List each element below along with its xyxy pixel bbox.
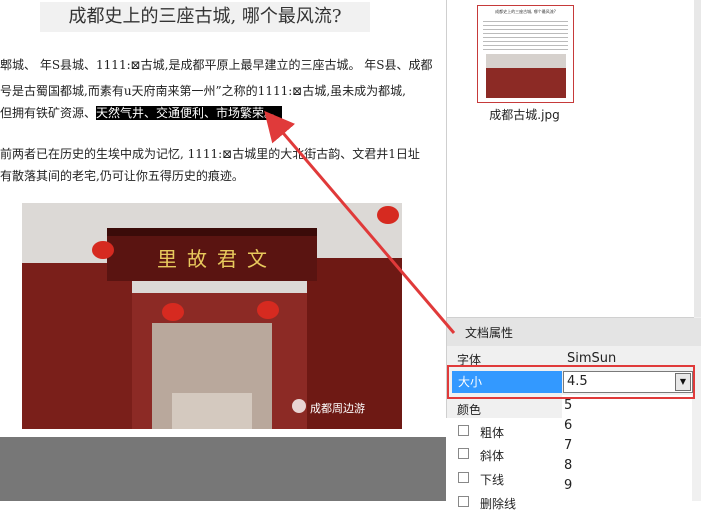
bold-label: 粗体 bbox=[480, 426, 505, 440]
checkbox[interactable] bbox=[458, 472, 469, 483]
checkbox[interactable] bbox=[458, 425, 469, 436]
font-value: SimSun bbox=[567, 351, 617, 366]
size-option[interactable]: 7 bbox=[564, 438, 572, 453]
size-dropdown-list: 5 6 7 8 9 bbox=[562, 395, 692, 501]
thumbnail-pane: 成都史上的三座古城, 哪个最风流? 成都古城.jpg bbox=[447, 0, 694, 318]
italic-checkbox-row[interactable]: 斜体 bbox=[446, 443, 561, 467]
document-canvas: 成都史上的三座古城, 哪个最风流? 郫城、 年S县城、1111:⊠古城,是成都平… bbox=[0, 0, 446, 437]
document-title: 成都史上的三座古城, 哪个最风流? bbox=[40, 2, 370, 32]
page-thumbnail[interactable]: 成都史上的三座古城, 哪个最风流? bbox=[477, 5, 574, 103]
thumbnail-scrollbar[interactable] bbox=[694, 0, 701, 317]
checkbox[interactable] bbox=[458, 496, 469, 507]
selected-text[interactable]: 天然气井、交通便利、市场繁荣。。 bbox=[96, 106, 283, 120]
text-segment: 但拥有铁矿资源、 bbox=[0, 106, 97, 120]
document-text-line: 号是古蜀国都城,而素有u天府南来第一州”之称的1111:⊠古城,虽未成为都城, bbox=[0, 84, 406, 98]
color-key: 颜色 bbox=[457, 403, 482, 417]
thumbnail-filename: 成都古城.jpg bbox=[489, 108, 560, 122]
properties-header: 文档属性 bbox=[447, 318, 701, 346]
underline-checkbox-row[interactable]: 下线 bbox=[446, 467, 561, 491]
size-option[interactable]: 6 bbox=[564, 418, 572, 433]
document-text-line: 但拥有铁矿资源、天然气井、交通便利、市场繁荣。。 bbox=[0, 104, 446, 121]
lantern-decoration bbox=[257, 301, 279, 319]
watermark-icon bbox=[292, 399, 306, 413]
document-text-line: 有散落其间的老宅,仍可让你五得历史的痕迹。 bbox=[0, 169, 244, 183]
thumbnail-title: 成都史上的三座古城, 哪个最风流? bbox=[495, 9, 556, 14]
size-option[interactable]: 5 bbox=[564, 398, 572, 413]
italic-label: 斜体 bbox=[480, 449, 505, 463]
highlight-box bbox=[447, 365, 695, 399]
checkbox[interactable] bbox=[458, 448, 469, 459]
style-checkbox-list: 粗体 斜体 下线 删除线 bbox=[446, 418, 562, 511]
watermark-text: 成都周边游 bbox=[310, 402, 365, 415]
strikethrough-checkbox-row[interactable]: 删除线 bbox=[446, 491, 561, 515]
bold-checkbox-row[interactable]: 粗体 bbox=[446, 420, 561, 444]
canvas-background bbox=[0, 437, 446, 501]
size-option[interactable]: 8 bbox=[564, 458, 572, 473]
lantern-decoration bbox=[162, 303, 184, 321]
ancient-city-photo[interactable]: 里故君文 成都周边游 bbox=[22, 203, 402, 429]
underline-label: 下线 bbox=[480, 473, 505, 487]
lantern-decoration bbox=[377, 206, 399, 224]
gate-sign: 里故君文 bbox=[157, 247, 277, 271]
lantern-decoration bbox=[92, 241, 114, 259]
strikethrough-label: 删除线 bbox=[480, 497, 517, 511]
size-option[interactable]: 9 bbox=[564, 478, 572, 493]
document-text-line: 郫城、 年S县城、1111:⊠古城,是成都平原上最早建立的三座古城。 年S县、成… bbox=[0, 58, 433, 72]
document-text-line: 前两者已在历史的生埃中成为记忆, 1111:⊠古城里的大北街古韵、文君井1日址 bbox=[0, 147, 420, 161]
